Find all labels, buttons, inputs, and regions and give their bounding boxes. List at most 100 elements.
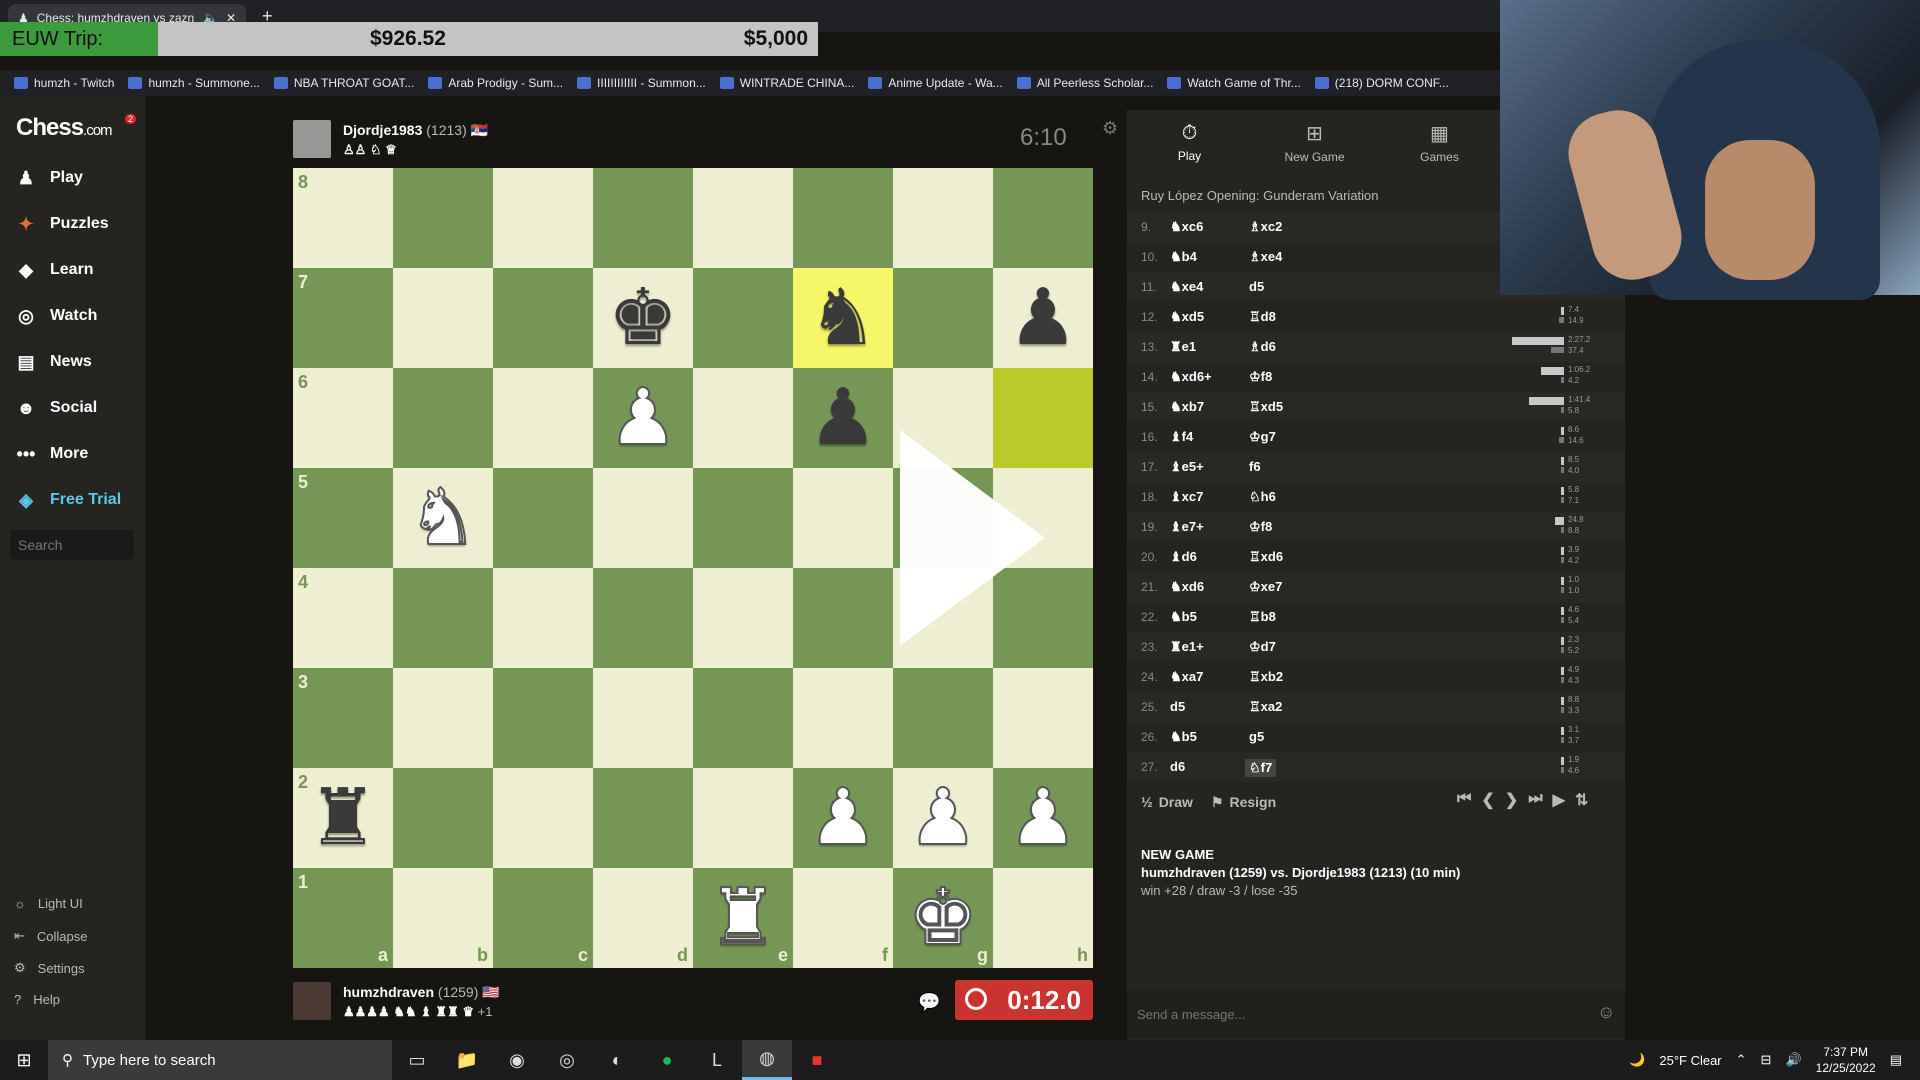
weather-text[interactable]: 25°F Clear [1659,1053,1721,1068]
square-c5[interactable] [493,468,593,568]
square-b2[interactable] [393,768,493,868]
resign-button[interactable]: ⚑ Resign [1211,794,1276,811]
sidebar-item-more[interactable]: ••• More [14,444,89,464]
black-move[interactable]: ♖xb2 [1249,669,1283,685]
square-g3[interactable] [893,668,993,768]
black-move[interactable]: f6 [1249,459,1261,474]
square-b4[interactable] [393,568,493,668]
square-e3[interactable] [693,668,793,768]
red-app-icon[interactable]: ■ [792,1040,842,1080]
black-piece-d7[interactable]: ♚ [593,268,693,368]
white-piece-b5[interactable]: ♞ [393,468,493,568]
square-e4[interactable] [693,568,793,668]
bookmark-item[interactable]: Anime Update - Wa... [868,76,1003,90]
white-move[interactable]: ♞xd5 [1170,309,1204,325]
square-c7[interactable] [493,268,593,368]
windows-start-icon[interactable]: ⊞ [0,1040,48,1080]
white-move[interactable]: ♞xd6 [1170,579,1204,595]
square-b6[interactable] [393,368,493,468]
square-c4[interactable] [493,568,593,668]
square-f3[interactable] [793,668,893,768]
white-move[interactable]: ♞xd6+ [1170,369,1212,385]
black-move[interactable]: ♔d7 [1249,639,1276,655]
square-a6[interactable]: 6 [293,368,393,468]
white-move[interactable]: ♜e1 [1170,339,1196,355]
white-move[interactable]: ♝e7+ [1170,519,1204,535]
black-move[interactable]: ♖b8 [1249,609,1276,625]
white-piece-f2[interactable]: ♟ [793,768,893,868]
tab-games[interactable]: ▦ Games [1377,110,1502,174]
square-h8[interactable] [993,168,1093,268]
volume-icon[interactable]: 🔊 [1785,1052,1801,1068]
square-f5[interactable] [793,468,893,568]
black-move[interactable]: ♔f8 [1249,519,1272,535]
square-b7[interactable] [393,268,493,368]
black-move[interactable]: ♘h6 [1249,489,1276,505]
square-d3[interactable] [593,668,693,768]
first-move-icon[interactable]: ⏮ [1457,790,1471,810]
bookmark-item[interactable]: humzh - Twitch [14,76,114,90]
square-f1[interactable]: f [793,868,893,968]
tab-play[interactable]: ⏱ Play [1127,110,1252,174]
white-move[interactable]: ♞b5 [1170,729,1197,745]
square-c2[interactable] [493,768,593,868]
black-move[interactable]: ♔f8 [1249,369,1272,385]
black-move[interactable]: ♗xe4 [1249,249,1282,265]
bookmark-item[interactable]: All Peerless Scholar... [1016,76,1153,90]
white-piece-h2[interactable]: ♟ [993,768,1093,868]
board-settings-gear-icon[interactable]: ⚙ [1102,118,1118,139]
square-f4[interactable] [793,568,893,668]
square-e2[interactable] [693,768,793,868]
square-e6[interactable] [693,368,793,468]
square-g8[interactable] [893,168,993,268]
network-icon[interactable]: ⊟ [1761,1052,1772,1068]
white-move[interactable]: ♞b4 [1170,249,1197,265]
taskbar-search[interactable]: ⚲ Type here to search [48,1040,392,1080]
white-move[interactable]: d5 [1170,699,1185,714]
square-a1[interactable]: 1a [293,868,393,968]
white-move[interactable]: d6 [1170,759,1185,774]
square-b8[interactable] [393,168,493,268]
white-move[interactable]: ♝e5+ [1170,459,1204,475]
square-b1[interactable]: b [393,868,493,968]
black-piece-f7[interactable]: ♞ [793,268,893,368]
player-name-row[interactable]: humzhdraven (1259) 🇺🇸 [343,984,500,1001]
task-view-icon[interactable]: ▭ [392,1040,442,1080]
white-move[interactable]: ♞xa7 [1170,669,1203,685]
square-e5[interactable] [693,468,793,568]
black-move[interactable]: ♘f7 [1245,759,1277,777]
square-d2[interactable] [593,768,693,868]
play-overlay-icon[interactable] [900,430,1045,646]
bookmark-item[interactable]: humzh - Summone... [128,76,260,90]
app-icon[interactable]: ◉ [492,1040,542,1080]
square-a8[interactable]: 8 [293,168,393,268]
draw-button[interactable]: ½ Draw [1141,794,1193,810]
bookmark-item[interactable]: IIIIIIIIIIII - Summon... [577,76,706,90]
sidebar-item-puzzles[interactable]: ✦ Puzzles [14,214,108,234]
square-e7[interactable] [693,268,793,368]
file-explorer-icon[interactable]: 📁 [442,1040,492,1080]
chrome-icon[interactable]: ◍ [742,1040,792,1080]
black-move[interactable]: ♖xd6 [1249,549,1283,565]
tray-chevron-icon[interactable]: ⌃ [1736,1052,1747,1068]
player-avatar[interactable] [293,982,331,1020]
square-g7[interactable] [893,268,993,368]
square-h1[interactable]: h [993,868,1093,968]
bookmark-item[interactable]: WINTRADE CHINA... [719,76,854,90]
tab-new-game[interactable]: ⊞ New Game [1252,110,1377,174]
sidebar-item-learn[interactable]: ◆ Learn [14,260,94,280]
league-icon[interactable]: L [692,1040,742,1080]
sidebar-bottom-light-ui[interactable]: ☼ Light UI [14,896,83,911]
black-move[interactable]: ♖d8 [1249,309,1276,325]
sidebar-bottom-settings[interactable]: ⚙ Settings [14,960,85,976]
square-f8[interactable] [793,168,893,268]
sidebar-bottom-collapse[interactable]: ⇤ Collapse [14,928,88,944]
square-c6[interactable] [493,368,593,468]
opponent-name-row[interactable]: Djordje1983 (1213) 🇷🇸 [343,122,488,139]
square-a5[interactable]: 5 [293,468,393,568]
notifications-icon[interactable]: ▤ [1890,1052,1902,1068]
square-a7[interactable]: 7 [293,268,393,368]
last-move-icon[interactable]: ⏭ [1528,790,1542,810]
white-move[interactable]: ♞xc6 [1170,219,1203,235]
sidebar-bottom-help[interactable]: ? Help [14,992,60,1007]
